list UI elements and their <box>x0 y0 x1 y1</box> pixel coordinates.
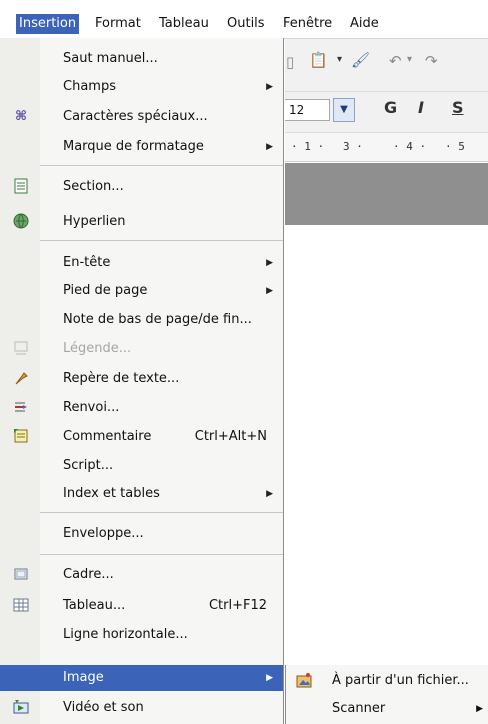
redo-icon[interactable]: ↷ <box>425 52 438 70</box>
menu-item-caracteres-speciaux[interactable]: ⌘ Caractères spéciaux... <box>0 104 283 130</box>
menu-item-label: Cadre... <box>63 567 114 582</box>
menu-item-legende: Légende... <box>0 336 283 362</box>
comment-icon <box>12 428 30 446</box>
shortcut-label: Ctrl+Alt+N <box>194 429 267 444</box>
submenu-item-label: À partir d'un fichier... <box>332 673 469 688</box>
submenu-arrow-icon: ▶ <box>266 142 273 152</box>
menu-item-section[interactable]: Section... <box>0 174 283 200</box>
menu-item-label: Saut manuel... <box>63 51 158 66</box>
hyperlink-globe-icon <box>12 213 30 231</box>
menu-item-script[interactable]: Script... <box>0 453 283 479</box>
menu-format[interactable]: Format <box>92 14 144 34</box>
menu-aide[interactable]: Aide <box>347 14 382 34</box>
image-submenu: À partir d'un fichier... Scanner ▶ <box>285 665 488 724</box>
submenu-arrow-icon: ▶ <box>266 258 273 268</box>
strike-button[interactable]: S <box>452 98 464 117</box>
standard-toolbar: ▯ 📋 ▾ 🖌 ↶ ▾ ↷ <box>285 39 488 92</box>
ruler-mark: · 5 <box>445 140 465 153</box>
menu-fenetre[interactable]: Fenêtre <box>280 14 335 34</box>
menu-item-label: Caractères spéciaux... <box>63 109 208 124</box>
menu-item-marque-de-formatage[interactable]: Marque de formatage ▶ <box>0 134 283 160</box>
ruler-mark: · 1 · <box>291 140 325 153</box>
menu-item-label: Index et tables <box>63 486 160 501</box>
omega-icon: ⌘ <box>14 109 28 124</box>
submenu-arrow-icon: ▶ <box>266 673 273 683</box>
font-size-field[interactable]: 12 <box>285 99 330 121</box>
menu-item-hyperlien[interactable]: Hyperlien <box>0 209 283 235</box>
menu-item-image[interactable]: Image ▶ <box>0 665 283 691</box>
menu-separator <box>40 165 283 166</box>
undo-dropdown-icon[interactable]: ▾ <box>407 54 412 65</box>
video-sound-icon <box>12 699 30 717</box>
menu-item-label: Pied de page <box>63 283 148 298</box>
menu-item-repere-de-texte[interactable]: Repère de texte... <box>0 366 283 392</box>
submenu-arrow-icon: ▶ <box>266 82 273 92</box>
menu-item-label: Marque de formatage <box>63 139 204 154</box>
menu-tableau[interactable]: Tableau <box>156 14 212 34</box>
menu-item-enveloppe[interactable]: Enveloppe... <box>0 521 283 547</box>
menu-separator <box>40 240 283 241</box>
image-from-file-icon <box>296 672 314 690</box>
menu-item-label: En-tête <box>63 255 111 270</box>
insertion-menu: Saut manuel... Champs ▶ ⌘ Caractères spé… <box>0 38 284 724</box>
menu-item-label: Renvoi... <box>63 400 120 415</box>
menu-item-label: Hyperlien <box>63 214 126 229</box>
ruler-mark: 3 · <box>343 140 363 153</box>
menu-item-label: Commentaire <box>63 429 152 444</box>
document-page[interactable] <box>285 225 488 665</box>
document-margin-area <box>285 163 488 225</box>
menu-outils[interactable]: Outils <box>224 14 268 34</box>
frame-icon <box>12 566 30 584</box>
menu-item-label: Champs <box>63 79 116 94</box>
menu-item-cadre[interactable]: Cadre... <box>0 562 283 588</box>
menu-item-label: Script... <box>63 458 114 473</box>
submenu-item-scanner[interactable]: Scanner ▶ <box>286 695 488 723</box>
menu-separator <box>40 512 283 513</box>
shortcut-label: Ctrl+F12 <box>208 598 267 613</box>
caption-icon <box>12 340 30 358</box>
menu-item-pied-de-page[interactable]: Pied de page ▶ <box>0 278 283 304</box>
undo-icon[interactable]: ↶ <box>389 52 402 70</box>
menu-item-label: Ligne horizontale... <box>63 627 188 642</box>
menu-item-label: Enveloppe... <box>63 526 144 541</box>
menu-item-note-de-bas-de-page[interactable]: Note de bas de page/de fin... <box>0 307 283 333</box>
cross-reference-icon <box>12 399 30 417</box>
italic-button[interactable]: I <box>418 98 424 117</box>
bookmark-pin-icon <box>12 370 30 388</box>
menu-item-ligne-horizontale[interactable]: Ligne horizontale... <box>0 622 283 648</box>
table-icon <box>12 597 30 615</box>
submenu-arrow-icon: ▶ <box>266 286 273 296</box>
bold-button[interactable]: G <box>384 98 397 117</box>
font-size-dropdown-button[interactable]: ▼ <box>333 98 355 122</box>
clone-format-brush-icon[interactable]: 🖌 <box>351 51 370 69</box>
menu-item-renvoi[interactable]: Renvoi... <box>0 395 283 421</box>
toolbar-copy-icon[interactable]: ▯ <box>286 53 294 71</box>
menu-item-index-et-tables[interactable]: Index et tables ▶ <box>0 481 283 507</box>
submenu-arrow-icon: ▶ <box>266 489 273 499</box>
menu-item-label: Section... <box>63 179 124 194</box>
menu-item-label: Image <box>63 670 104 685</box>
menu-item-label: Repère de texte... <box>63 371 180 386</box>
menu-item-video-et-son[interactable]: Vidéo et son <box>0 695 283 721</box>
section-icon <box>12 178 30 196</box>
menu-item-commentaire[interactable]: Commentaire Ctrl+Alt+N <box>0 424 283 450</box>
menu-item-champs[interactable]: Champs ▶ <box>0 74 283 100</box>
submenu-arrow-icon: ▶ <box>476 704 483 714</box>
ruler-mark: · 4 · <box>393 140 427 153</box>
menu-item-en-tete[interactable]: En-tête ▶ <box>0 250 283 276</box>
submenu-item-label: Scanner <box>332 701 386 716</box>
menu-item-label: Note de bas de page/de fin... <box>63 312 252 327</box>
submenu-item-a-partir-d-un-fichier[interactable]: À partir d'un fichier... <box>286 667 488 695</box>
menu-item-label: Vidéo et son <box>63 700 144 715</box>
menu-separator <box>40 554 283 555</box>
paste-icon[interactable]: 📋 <box>309 51 328 69</box>
paste-dropdown-icon[interactable]: ▾ <box>337 54 342 65</box>
menu-item-tableau[interactable]: Tableau... Ctrl+F12 <box>0 593 283 619</box>
menu-item-label: Légende... <box>63 341 132 356</box>
menu-insertion[interactable]: Insertion <box>16 14 80 34</box>
menubar: Insertion Format Tableau Outils Fenêtre … <box>0 0 488 39</box>
menu-item-label: Tableau... <box>63 598 126 613</box>
menu-item-saut-manuel[interactable]: Saut manuel... <box>0 46 283 72</box>
ruler: · 1 · 3 · · 4 · · 5 <box>285 133 488 162</box>
